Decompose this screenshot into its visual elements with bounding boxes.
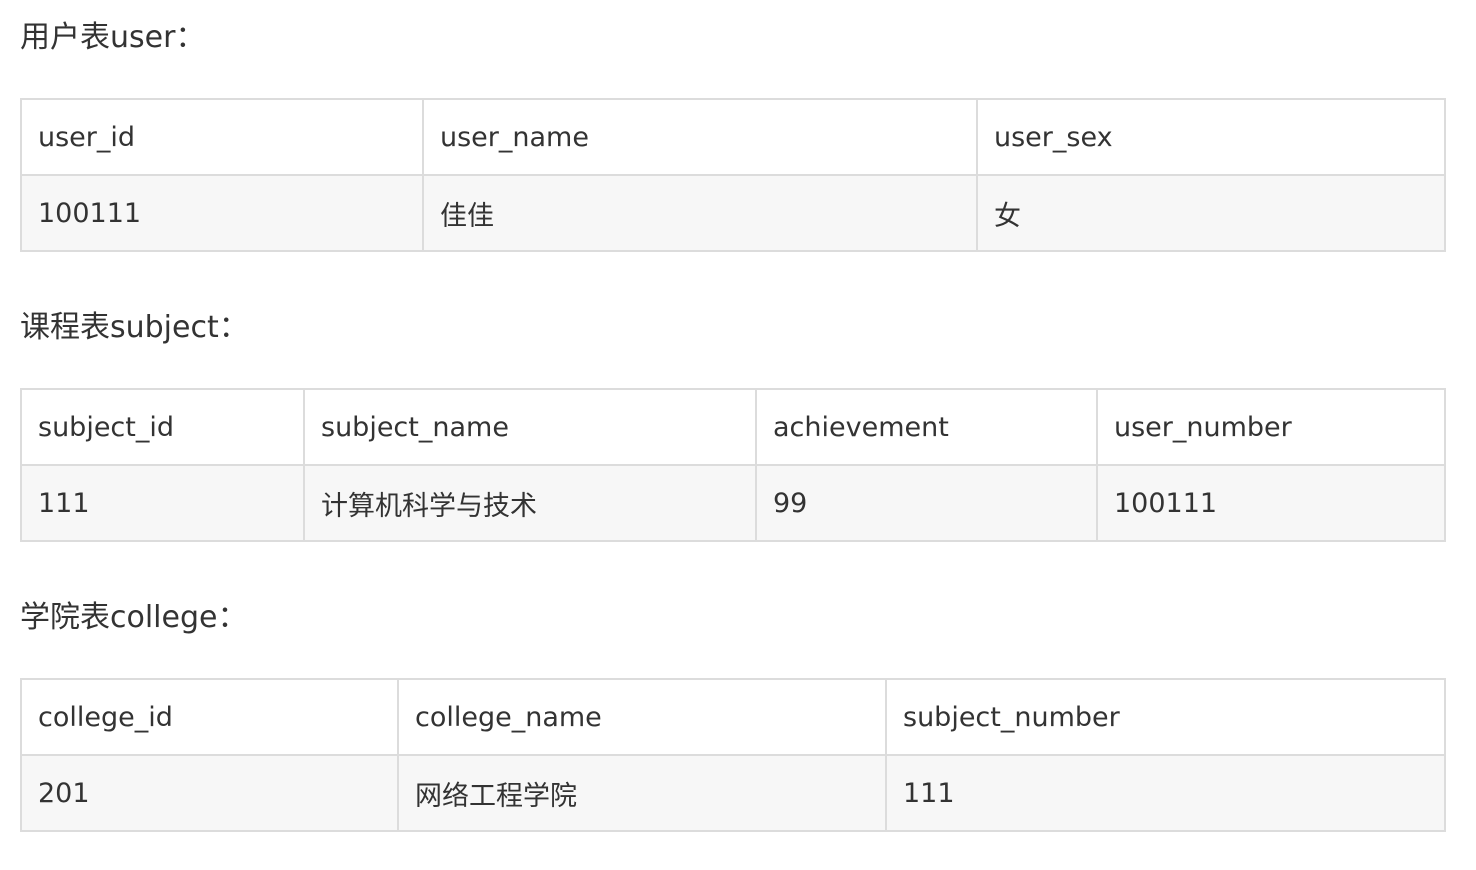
column-header: user_id [20,98,424,176]
table-header-row: subject_id subject_name achievement user… [20,388,1446,466]
table-header-row: college_id college_name subject_number [20,678,1446,756]
table-cell: 111 [20,464,305,542]
table-cell: 99 [755,464,1098,542]
table-header-row: user_id user_name user_sex [20,98,1446,176]
table-cell: 网络工程学院 [397,754,887,832]
table-cell: 100111 [1096,464,1446,542]
table-cell: 111 [885,754,1446,832]
column-header: user_sex [976,98,1446,176]
subject-table-title: 课程表subject： [20,310,249,345]
column-header: user_name [422,98,978,176]
table-cell: 100111 [20,174,424,252]
table-cell: 计算机科学与技术 [303,464,757,542]
column-header: user_number [1096,388,1446,466]
subject-table: subject_id subject_name achievement user… [20,388,1446,542]
table-cell: 佳佳 [422,174,978,252]
table-cell: 女 [976,174,1446,252]
table-row: 111 计算机科学与技术 99 100111 [20,464,1446,542]
college-table-title: 学院表college： [20,600,248,635]
column-header: subject_name [303,388,757,466]
table-row: 201 网络工程学院 111 [20,754,1446,832]
column-header: subject_id [20,388,305,466]
column-header: college_name [397,678,887,756]
college-table: college_id college_name subject_number 2… [20,678,1446,832]
user-table-title: 用户表user： [20,20,206,55]
column-header: college_id [20,678,399,756]
column-header: subject_number [885,678,1446,756]
column-header: achievement [755,388,1098,466]
user-table: user_id user_name user_sex 100111 佳佳 女 [20,98,1446,252]
table-row: 100111 佳佳 女 [20,174,1446,252]
table-cell: 201 [20,754,399,832]
